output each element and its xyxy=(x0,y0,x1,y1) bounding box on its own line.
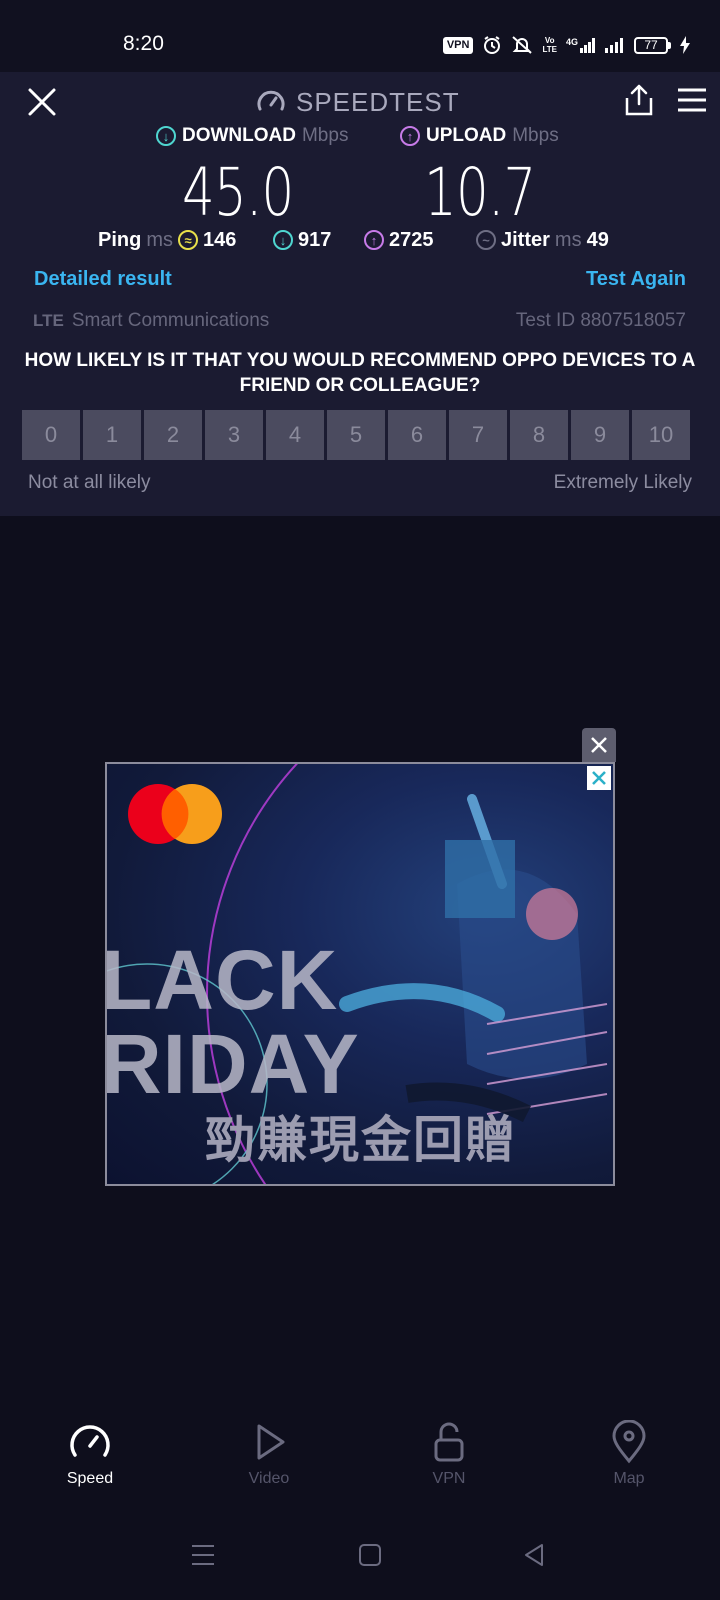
ping-stat: Ping ms ≈ 146 xyxy=(98,226,236,254)
volte-top: Vo xyxy=(544,36,555,45)
volte-indicator: Vo LTE xyxy=(542,36,557,54)
close-icon xyxy=(591,737,607,753)
speedometer-icon xyxy=(257,90,285,111)
ad-chinese-text: 勁賺現金回贈 xyxy=(205,1111,517,1169)
charging-icon xyxy=(680,36,690,54)
nav-speed-label: Speed xyxy=(66,1470,114,1487)
nav-map[interactable]: Map xyxy=(569,1420,689,1510)
battery-level: 77 xyxy=(634,36,668,54)
rating-button-10[interactable]: 10 xyxy=(632,410,690,460)
upload-latency-value: 2725 xyxy=(389,228,434,251)
close-icon[interactable] xyxy=(24,84,60,120)
vpn-badge: VPN xyxy=(442,36,474,54)
scale-high-label: Extremely Likely xyxy=(553,472,692,493)
mute-bell-icon xyxy=(512,36,533,54)
speedometer-icon xyxy=(70,1425,110,1457)
ping-label: Ping xyxy=(98,228,142,251)
map-pin-icon xyxy=(612,1420,646,1464)
menu-icon[interactable] xyxy=(676,86,708,114)
test-id: Test ID 8807518057 xyxy=(515,310,686,331)
upload-latency-stat: ↑ 2725 xyxy=(364,226,434,254)
survey-question: HOW LIKELY IS IT THAT YOU WOULD RECOMMEN… xyxy=(24,350,696,396)
ping-value: 146 xyxy=(203,228,237,251)
rating-button-9[interactable]: 9 xyxy=(571,410,629,460)
back-icon[interactable] xyxy=(520,1540,550,1570)
status-bar: 8:20 VPN Vo LTE 4G 77 xyxy=(0,0,720,72)
jitter-icon: ~ xyxy=(476,230,496,250)
signal-bars-icon-2 xyxy=(605,38,623,53)
ad-headline-1: LACK xyxy=(105,933,339,1027)
upload-header: ↑ UPLOAD Mbps xyxy=(400,124,559,148)
download-arrow-icon: ↓ xyxy=(156,126,176,146)
nav-vpn[interactable]: VPN xyxy=(389,1420,509,1510)
app-title: SPEEDTEST xyxy=(256,84,460,120)
download-latency-value: 917 xyxy=(298,228,332,251)
network-type: 4G xyxy=(565,37,578,47)
rating-scale: 0 1 2 3 4 5 6 7 8 9 10 xyxy=(22,410,702,462)
rating-button-4[interactable]: 4 xyxy=(266,410,324,460)
alarm-icon xyxy=(484,36,501,54)
jitter-stat: ~ Jitter ms 49 xyxy=(476,226,609,254)
jitter-unit: ms xyxy=(554,228,582,251)
jitter-label: Jitter xyxy=(501,228,550,251)
upload-unit: Mbps xyxy=(512,125,559,146)
close-icon xyxy=(592,771,606,785)
upload-value: 10.7 xyxy=(424,154,536,231)
rating-button-0[interactable]: 0 xyxy=(22,410,80,460)
ping-icon: ≈ xyxy=(178,230,199,250)
rating-button-6[interactable]: 6 xyxy=(388,410,446,460)
result-panel: SPEEDTEST ↓ DOWNLOAD Mbps 45.0 ↑ UPLOAD … xyxy=(0,72,720,516)
download-header: ↓ DOWNLOAD Mbps xyxy=(156,124,348,148)
battery-tip xyxy=(668,41,671,49)
nav-speed[interactable]: Speed xyxy=(30,1420,150,1510)
download-label: DOWNLOAD xyxy=(182,125,296,146)
download-latency-stat: ↓ 917 xyxy=(273,226,331,254)
status-time: 8:20 xyxy=(123,32,164,55)
bottom-navigation: Speed Video VPN Map xyxy=(0,1420,720,1520)
advertisement-banner[interactable]: LACK RIDAY 勁賺現金回贈 xyxy=(105,762,615,1186)
rating-button-1[interactable]: 1 xyxy=(83,410,141,460)
system-navigation-bar xyxy=(0,1532,720,1592)
volte-bottom: LTE xyxy=(542,45,557,54)
download-latency-icon: ↓ xyxy=(273,230,293,250)
upload-arrow-icon: ↑ xyxy=(400,126,420,146)
provider-info: LTE Smart Communications xyxy=(33,310,269,332)
download-value: 45.0 xyxy=(182,154,294,231)
share-icon[interactable] xyxy=(624,82,654,118)
rating-button-5[interactable]: 5 xyxy=(327,410,385,460)
ad-close-button[interactable] xyxy=(582,728,616,762)
play-icon xyxy=(257,1424,285,1460)
nav-video[interactable]: Video xyxy=(209,1420,329,1510)
signal-bars-icon xyxy=(580,38,595,53)
app-title-text: SPEEDTEST xyxy=(296,86,460,117)
status-icons: VPN Vo LTE 4G 77 xyxy=(442,33,690,57)
nav-vpn-label: VPN xyxy=(432,1470,466,1487)
network-type-tag: LTE xyxy=(33,311,64,330)
rating-button-3[interactable]: 3 xyxy=(205,410,263,460)
rating-button-8[interactable]: 8 xyxy=(510,410,568,460)
jitter-value: 49 xyxy=(586,228,609,251)
provider-name: Smart Communications xyxy=(71,310,270,331)
rating-button-7[interactable]: 7 xyxy=(449,410,507,460)
recent-apps-icon[interactable] xyxy=(188,1540,218,1570)
stats-row: Ping ms ≈ 146 ↓ 917 ↑ 2725 ~ Jitter ms 4… xyxy=(0,226,720,254)
rating-button-2[interactable]: 2 xyxy=(144,410,202,460)
nav-video-label: Video xyxy=(248,1470,290,1487)
upload-label: UPLOAD xyxy=(426,125,507,146)
signal-4g: 4G xyxy=(566,37,596,53)
ad-headline-2: RIDAY xyxy=(105,1017,360,1111)
battery-indicator: 77 xyxy=(634,36,671,54)
home-icon[interactable] xyxy=(355,1540,385,1570)
detailed-result-link[interactable]: Detailed result xyxy=(34,268,172,291)
unlock-icon xyxy=(434,1422,464,1462)
upload-latency-icon: ↑ xyxy=(364,230,384,250)
nav-map-label: Map xyxy=(613,1470,645,1487)
download-unit: Mbps xyxy=(301,125,349,146)
ad-choices-icon[interactable] xyxy=(587,766,611,790)
mastercard-logo xyxy=(128,784,222,844)
test-again-link[interactable]: Test Again xyxy=(586,268,686,291)
ping-unit: ms xyxy=(146,228,174,251)
scale-low-label: Not at all likely xyxy=(28,472,151,493)
